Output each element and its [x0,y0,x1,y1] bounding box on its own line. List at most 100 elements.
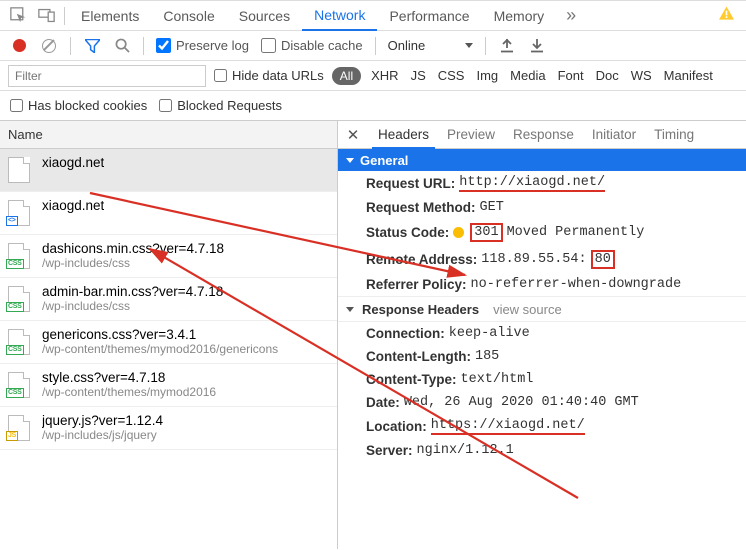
kv-content-length: Content-Length: 185 [338,345,746,368]
disable-cache-label: Disable cache [281,38,363,53]
section-general-label: General [360,153,408,168]
file-css-icon: CSS [8,329,32,357]
kv-request-method: Request Method: GET [338,196,746,219]
detail-tabs: ✕ HeadersPreviewResponseInitiatorTiming [338,121,746,149]
tab-sources[interactable]: Sources [227,1,302,31]
request-detail-panel: ✕ HeadersPreviewResponseInitiatorTiming … [338,121,746,549]
close-detail-icon[interactable]: ✕ [344,126,362,144]
type-xhr[interactable]: XHR [369,68,400,83]
detail-tab-response[interactable]: Response [507,121,580,149]
section-general[interactable]: General [338,149,746,171]
blocked-requests-input[interactable] [159,99,172,112]
filter-input[interactable] [8,65,206,87]
request-row[interactable]: xiaogd.net [0,149,337,192]
request-name: xiaogd.net [42,155,104,170]
request-row[interactable]: CSSgenericons.css?ver=3.4.1/wp-content/t… [0,321,337,364]
request-row[interactable]: CSSstyle.css?ver=4.7.18/wp-content/theme… [0,364,337,407]
type-ws[interactable]: WS [629,68,654,83]
kv-remote-address: Remote Address: 118.89.55.54:80 [338,246,746,273]
hide-data-urls-checkbox[interactable]: Hide data URLs [214,68,324,83]
type-js[interactable]: JS [409,68,428,83]
status-indicator-icon [453,227,464,238]
request-path: /wp-content/themes/mymod2016 [42,385,216,399]
location-value: https://xiaogd.net/ [431,418,585,435]
tab-memory[interactable]: Memory [482,1,557,31]
has-blocked-cookies-checkbox[interactable]: Has blocked cookies [10,98,147,113]
inspect-icon[interactable] [4,1,32,31]
type-manifest[interactable]: Manifest [662,68,715,83]
section-response-headers[interactable]: Response Headers view source [338,296,746,322]
disable-cache-checkbox[interactable]: Disable cache [257,38,367,53]
device-toggle-icon[interactable] [32,1,60,31]
type-all[interactable]: All [332,67,361,85]
request-name: xiaogd.net [42,198,104,213]
export-har-icon[interactable] [524,33,550,59]
kv-referrer-policy: Referrer Policy: no-referrer-when-downgr… [338,273,746,296]
request-method-value: GET [480,200,504,215]
detail-tab-timing[interactable]: Timing [648,121,700,149]
tab-console[interactable]: Console [151,1,226,31]
request-row[interactable]: CSS dashicons.min.css?ver=4.7.18/wp-inclu… [0,235,337,278]
kv-request-url: Request URL: http://xiaogd.net/ [338,171,746,196]
request-name: dashicons.min.css?ver=4.7.18 [42,241,224,256]
detail-tab-headers[interactable]: Headers [372,121,435,149]
status-code-text: Moved Permanently [507,225,645,240]
status-code-num: 301 [470,223,502,242]
request-name: genericons.css?ver=3.4.1 [42,327,278,342]
preserve-log-input[interactable] [156,38,171,53]
kv-server: Server: nginx/1.12.1 [338,439,746,462]
chevron-down-icon [465,43,473,48]
request-row[interactable]: JSjquery.js?ver=1.12.4/wp-includes/js/jq… [0,407,337,450]
request-row[interactable]: CSSadmin-bar.min.css?ver=4.7.18/wp-inclu… [0,278,337,321]
detail-tab-preview[interactable]: Preview [441,121,501,149]
triangle-down-icon [346,307,354,312]
detail-tab-initiator[interactable]: Initiator [586,121,642,149]
referrer-policy-value: no-referrer-when-downgrade [471,277,682,292]
throttling-value: Online [388,38,426,53]
kv-content-type: Content-Type: text/html [338,368,746,391]
throttling-select[interactable]: Online [384,38,478,53]
preserve-log-checkbox[interactable]: Preserve log [152,38,253,53]
type-css[interactable]: CSS [436,68,467,83]
request-row[interactable]: <>xiaogd.net [0,192,337,235]
file-doc-icon [8,157,32,185]
response-headers-label: Response Headers [362,302,479,317]
clear-button[interactable] [36,33,62,59]
file-css-icon: CSS [8,286,32,314]
disable-cache-input[interactable] [261,38,276,53]
import-har-icon[interactable] [494,33,520,59]
filter-bar: Hide data URLs All XHR JS CSS Img Media … [0,61,746,91]
referrer-policy-key: Referrer Policy: [366,277,467,292]
filter-toggle-icon[interactable] [79,33,105,59]
column-header-name[interactable]: Name [0,121,337,149]
hide-data-urls-input[interactable] [214,69,227,82]
tab-performance[interactable]: Performance [377,1,481,31]
blocked-requests-label: Blocked Requests [177,98,282,113]
remote-address-ip: 118.89.55.54: [481,252,586,267]
type-font[interactable]: Font [556,68,586,83]
request-path: /wp-includes/css [42,256,224,270]
request-list-panel: Name xiaogd.net<>xiaogd.netCSSdashicons.… [0,121,338,549]
remote-address-port: 80 [591,250,615,269]
devtools-tabbar: ElementsConsoleSourcesNetworkPerformance… [0,1,746,31]
type-doc[interactable]: Doc [594,68,621,83]
request-path: /wp-includes/css [42,299,223,313]
type-media[interactable]: Media [508,68,547,83]
triangle-down-icon [346,158,354,163]
status-code-key: Status Code: [366,225,449,240]
blocked-requests-checkbox[interactable]: Blocked Requests [159,98,282,113]
has-blocked-cookies-input[interactable] [10,99,23,112]
tab-elements[interactable]: Elements [69,1,151,31]
record-button[interactable] [6,33,32,59]
kv-date: Date: Wed, 26 Aug 2020 01:40:40 GMT [338,391,746,414]
request-name: style.css?ver=4.7.18 [42,370,216,385]
tab-network[interactable]: Network [302,1,377,31]
search-icon[interactable] [109,33,135,59]
type-img[interactable]: Img [474,68,500,83]
view-source-link[interactable]: view source [493,302,562,317]
warning-icon[interactable] [719,6,742,25]
file-css-icon: CSS [8,243,32,271]
hide-data-urls-label: Hide data URLs [232,68,324,83]
file-js-icon: JS [8,415,32,443]
tabs-overflow[interactable]: » [556,5,586,26]
